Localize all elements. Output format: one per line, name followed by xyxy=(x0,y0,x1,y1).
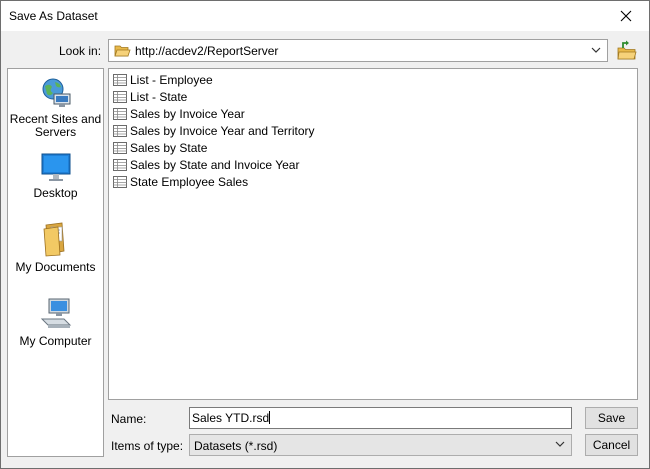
items-of-type-value: Datasets (*.rsd) xyxy=(194,439,278,453)
places-bar: Recent Sites and Servers Desktop My Docu… xyxy=(7,68,104,457)
file-name: List - State xyxy=(130,89,188,104)
file-list[interactable]: List - Employee List - State Sales by In… xyxy=(108,68,638,400)
file-name: State Employee Sales xyxy=(130,174,249,189)
dataset-icon xyxy=(113,175,127,188)
items-of-type-label: Items of type: xyxy=(111,439,184,453)
close-icon xyxy=(620,10,632,22)
dataset-icon xyxy=(113,158,127,171)
dialog-title: Save As Dataset xyxy=(9,9,98,23)
title-bar: Save As Dataset xyxy=(1,1,649,31)
list-item[interactable]: Sales by Invoice Year and Territory xyxy=(112,122,315,139)
list-item[interactable]: Sales by State and Invoice Year xyxy=(112,156,299,173)
name-label: Name: xyxy=(111,412,147,426)
list-item[interactable]: Sales by Invoice Year xyxy=(112,105,245,122)
globe-computer-icon xyxy=(42,78,70,107)
place-desktop[interactable]: Desktop xyxy=(8,153,103,200)
text-caret xyxy=(269,411,271,424)
look-in-dropdown[interactable]: http://acdev2/ReportServer xyxy=(108,39,608,62)
save-button[interactable]: Save xyxy=(585,407,638,429)
place-label: My Computer xyxy=(19,334,92,348)
look-in-label: Look in: xyxy=(59,44,102,58)
look-in-value: http://acdev2/ReportServer xyxy=(135,44,279,58)
close-button[interactable] xyxy=(603,1,649,31)
up-one-level-button[interactable] xyxy=(615,39,639,63)
place-label: My Documents xyxy=(15,260,96,274)
file-name: Sales by State xyxy=(130,140,208,155)
list-item[interactable]: State Employee Sales xyxy=(112,173,248,190)
dataset-icon xyxy=(113,107,127,120)
documents-folder-icon xyxy=(43,222,64,257)
file-name-input[interactable]: Sales YTD.rsd xyxy=(189,407,572,429)
folder-up-icon xyxy=(617,40,637,60)
dataset-icon xyxy=(113,141,127,154)
list-item[interactable]: List - Employee xyxy=(112,71,213,88)
dataset-icon xyxy=(113,90,127,103)
file-name-value: Sales YTD.rsd xyxy=(192,411,270,425)
save-as-dataset-dialog: Save As Dataset Look in: http://acdev2/R… xyxy=(0,0,650,469)
file-name: Sales by Invoice Year xyxy=(130,106,245,121)
chevron-down-icon xyxy=(555,441,565,447)
list-item[interactable]: Sales by State xyxy=(112,139,207,156)
cancel-button[interactable]: Cancel xyxy=(585,434,638,456)
items-of-type-dropdown[interactable]: Datasets (*.rsd) xyxy=(189,434,572,456)
file-name: List - Employee xyxy=(130,72,213,87)
list-item[interactable]: List - State xyxy=(112,88,187,105)
computer-icon xyxy=(40,298,71,328)
place-recent-sites[interactable]: Recent Sites and Servers xyxy=(8,77,103,139)
file-name: Sales by State and Invoice Year xyxy=(130,157,300,172)
place-my-documents[interactable]: My Documents xyxy=(8,221,103,274)
desktop-icon xyxy=(41,153,70,181)
file-name: Sales by Invoice Year and Territory xyxy=(130,123,315,138)
place-label: Desktop xyxy=(33,186,78,200)
open-folder-icon xyxy=(114,45,131,57)
dataset-icon xyxy=(113,73,127,86)
dataset-icon xyxy=(113,124,127,137)
place-label: Recent Sites and Servers xyxy=(9,112,102,139)
chevron-down-icon xyxy=(591,47,601,53)
place-my-computer[interactable]: My Computer xyxy=(8,297,103,348)
